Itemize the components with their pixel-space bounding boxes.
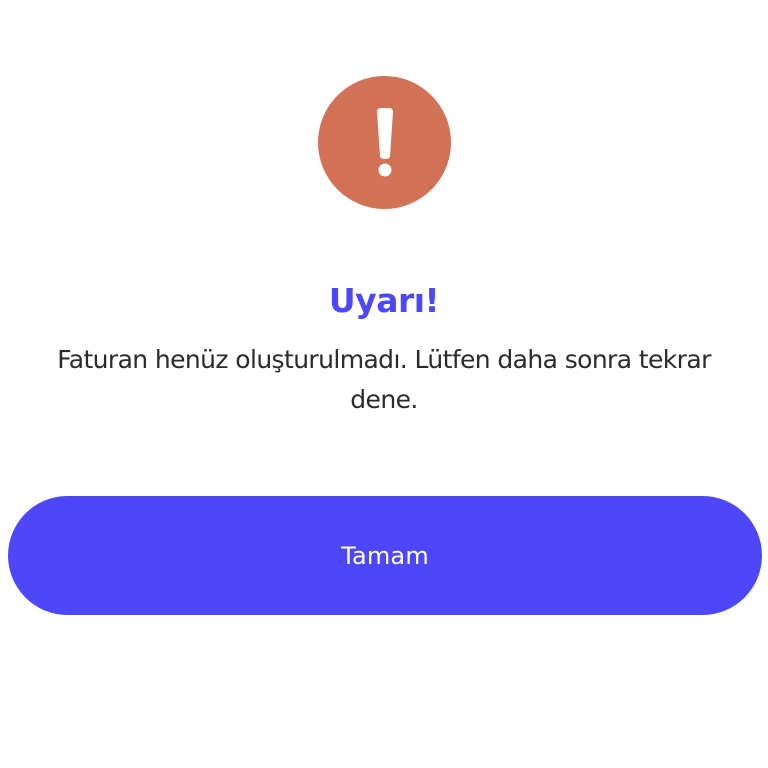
exclamation-glyph [376,107,393,176]
alert-message-line-1: Faturan henüz oluşturulmadı. Lütfen daha… [57,345,711,374]
alert-message-line-2: dene. [350,385,418,414]
exclamation-circle-icon [318,76,451,209]
ok-button[interactable]: Tamam [8,496,762,615]
alert-message: Faturan henüz oluşturulmadı. Lütfen daha… [0,340,768,420]
alert-title: Uyarı! [328,281,440,320]
alert-dialog: Uyarı! Faturan henüz oluşturulmadı. Lütf… [0,0,768,768]
